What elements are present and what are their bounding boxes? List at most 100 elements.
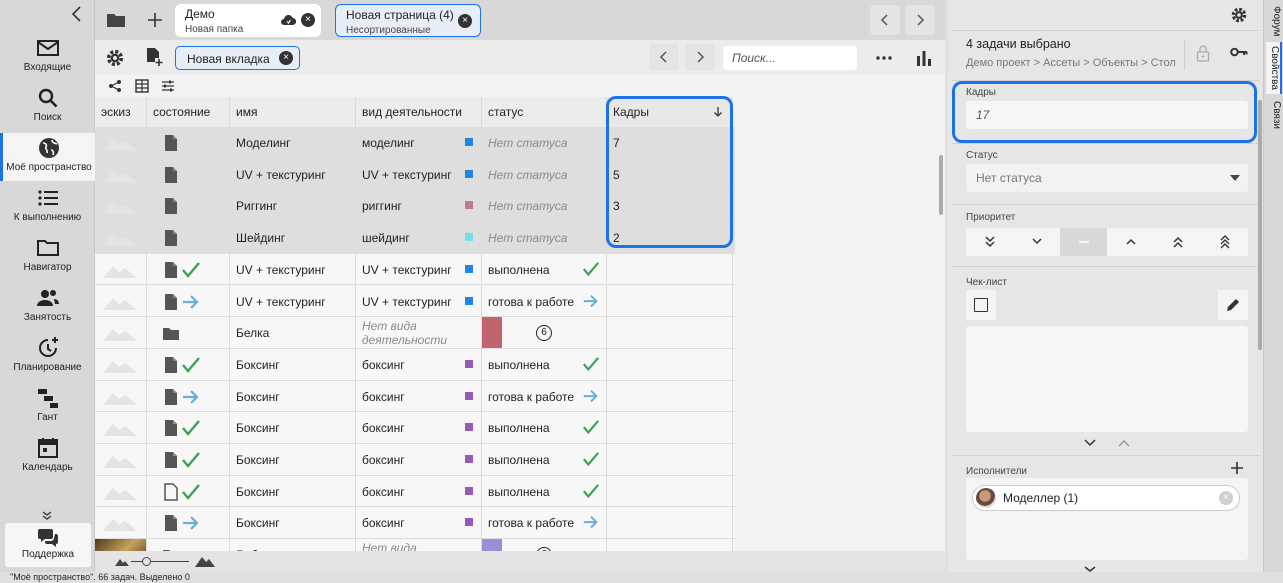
gear-icon[interactable] bbox=[1230, 6, 1248, 24]
activity-cell[interactable]: боксинг bbox=[356, 475, 482, 507]
thumbnail-cell[interactable] bbox=[95, 158, 147, 190]
thumbnail-cell[interactable] bbox=[95, 190, 147, 222]
nav-item-2[interactable]: Моё пространство bbox=[0, 133, 95, 181]
tab-close-icon[interactable]: × bbox=[458, 14, 472, 28]
state-cell[interactable] bbox=[147, 190, 230, 222]
panel-scrollbar[interactable] bbox=[1258, 100, 1262, 350]
zoom-slider-handle[interactable] bbox=[142, 557, 151, 566]
tabs-prev-button[interactable] bbox=[870, 5, 900, 35]
table-row[interactable]: UV + текстуринг UV + текстуринг Нет статус… bbox=[95, 158, 735, 191]
frames-cell[interactable] bbox=[607, 507, 733, 539]
priority-lowest-button[interactable] bbox=[966, 228, 1013, 256]
table-icon[interactable] bbox=[135, 79, 149, 93]
tree-icon[interactable] bbox=[108, 79, 122, 93]
chevron-down-icon[interactable] bbox=[1084, 439, 1096, 447]
state-cell[interactable] bbox=[147, 127, 230, 158]
status-cell[interactable]: готова к работе bbox=[482, 285, 607, 317]
table-row[interactable]: Боксинг боксинг выполнена bbox=[95, 475, 735, 508]
name-cell[interactable]: Боксинг bbox=[230, 444, 356, 475]
thumbnail-cell[interactable] bbox=[95, 444, 147, 475]
tab-demo[interactable]: Демо Новая папка × bbox=[175, 4, 321, 37]
nav-item-6[interactable]: Планирование bbox=[0, 333, 95, 381]
frames-cell[interactable] bbox=[607, 444, 733, 475]
frames-cell[interactable] bbox=[607, 253, 733, 285]
name-cell[interactable]: Риггинг bbox=[230, 190, 356, 222]
gear-icon[interactable] bbox=[105, 48, 125, 68]
activity-cell[interactable]: боксинг bbox=[356, 380, 482, 412]
priority-normal-button[interactable] bbox=[1060, 228, 1107, 256]
name-cell[interactable]: Боксинг bbox=[230, 507, 356, 539]
column-header-activity[interactable]: вид деятельности bbox=[356, 97, 482, 127]
thumbnail-cell[interactable] bbox=[95, 380, 147, 412]
thumbnail-cell[interactable] bbox=[95, 317, 147, 348]
chevron-double-down-icon[interactable] bbox=[40, 511, 54, 521]
assignee-remove-icon[interactable]: × bbox=[1219, 491, 1233, 505]
name-cell[interactable]: Боксинг bbox=[230, 412, 356, 443]
search-input[interactable]: Поиск... bbox=[723, 46, 857, 70]
activity-cell[interactable]: риггинг bbox=[356, 190, 482, 222]
state-cell[interactable] bbox=[147, 222, 230, 253]
tab-forum[interactable]: Форум bbox=[1266, 4, 1282, 38]
priority-high-button[interactable] bbox=[1107, 228, 1154, 256]
nav-item-3[interactable]: К выполнению bbox=[0, 183, 95, 231]
activity-cell[interactable]: шейдинг bbox=[356, 222, 482, 253]
status-select[interactable]: Нет статуса bbox=[966, 164, 1248, 192]
chevron-up-icon[interactable] bbox=[1118, 439, 1130, 447]
column-header-name[interactable]: имя bbox=[230, 97, 356, 127]
subtab-new-tab[interactable]: Новая вкладка × bbox=[175, 46, 300, 70]
frames-cell[interactable] bbox=[607, 317, 733, 348]
name-cell[interactable]: UV + текстуринг bbox=[230, 253, 356, 285]
name-cell[interactable]: Боксинг bbox=[230, 475, 356, 507]
thumbnail-cell[interactable] bbox=[95, 285, 147, 317]
column-header-state[interactable]: состояние bbox=[147, 97, 230, 127]
key-icon[interactable] bbox=[1230, 46, 1248, 58]
plus-icon[interactable] bbox=[1230, 461, 1244, 475]
checklist-area[interactable] bbox=[966, 326, 1248, 432]
state-cell[interactable] bbox=[147, 317, 230, 348]
table-scrollbar[interactable] bbox=[939, 155, 943, 215]
activity-cell[interactable]: UV + текстуринг bbox=[356, 158, 482, 190]
assignee-chip[interactable]: Моделлер (1) × bbox=[972, 485, 1240, 511]
sort-down-icon[interactable] bbox=[713, 106, 723, 118]
priority-higher-button[interactable] bbox=[1154, 228, 1201, 256]
tab-new-page[interactable]: Новая страница (4) Несортированные × bbox=[335, 4, 481, 37]
nav-item-7[interactable]: Гант bbox=[0, 383, 95, 431]
status-cell[interactable]: выполнена bbox=[482, 253, 607, 285]
state-cell[interactable] bbox=[147, 412, 230, 443]
table-row[interactable]: Моделинг моделинг Нет статуса 7 bbox=[95, 127, 735, 159]
checklist-checkbox[interactable] bbox=[966, 290, 996, 320]
status-cell[interactable]: 6 bbox=[482, 317, 607, 348]
activity-cell[interactable]: боксинг bbox=[356, 507, 482, 539]
breadcrumb[interactable]: Демо проект > Ассеты > Объекты > Стол bbox=[966, 57, 1176, 69]
state-cell[interactable] bbox=[147, 285, 230, 317]
name-cell[interactable]: Шейдинг bbox=[230, 222, 356, 253]
name-cell[interactable]: Боксинг bbox=[230, 348, 356, 380]
activity-cell[interactable]: UV + текстуринг bbox=[356, 253, 482, 285]
thumbnail-cell[interactable] bbox=[95, 127, 147, 158]
table-row[interactable]: Боксинг боксинг выполнена bbox=[95, 444, 735, 476]
frames-cell[interactable]: 2 bbox=[607, 222, 733, 253]
support-button[interactable]: Поддержка bbox=[5, 523, 91, 567]
status-cell[interactable]: выполнена bbox=[482, 444, 607, 475]
table-row[interactable]: Белка Нет вида деятельности 6 bbox=[95, 317, 735, 349]
frames-cell[interactable] bbox=[607, 285, 733, 317]
add-file-icon[interactable] bbox=[144, 47, 164, 67]
activity-cell[interactable]: боксинг bbox=[356, 412, 482, 443]
next-button[interactable] bbox=[685, 44, 715, 71]
name-cell[interactable]: Моделинг bbox=[230, 127, 356, 158]
activity-cell[interactable]: боксинг bbox=[356, 444, 482, 475]
tab-properties[interactable]: Свойства bbox=[1266, 42, 1282, 94]
filter-sliders-icon[interactable] bbox=[161, 79, 175, 93]
column-header-status[interactable]: статус bbox=[482, 97, 607, 127]
subtab-close-icon[interactable]: × bbox=[279, 51, 293, 65]
state-cell[interactable] bbox=[147, 444, 230, 475]
tab-close-icon[interactable]: × bbox=[301, 13, 315, 27]
status-cell[interactable]: Нет статуса bbox=[482, 222, 607, 253]
state-cell[interactable] bbox=[147, 507, 230, 539]
thumbnail-cell[interactable] bbox=[95, 222, 147, 253]
table-row[interactable]: Боксинг боксинг выполнена bbox=[95, 412, 735, 444]
thumbnail-cell[interactable] bbox=[95, 475, 147, 507]
name-cell[interactable]: UV + текстуринг bbox=[230, 158, 356, 190]
nav-item-0[interactable]: Входящие bbox=[0, 33, 95, 81]
state-cell[interactable] bbox=[147, 475, 230, 507]
